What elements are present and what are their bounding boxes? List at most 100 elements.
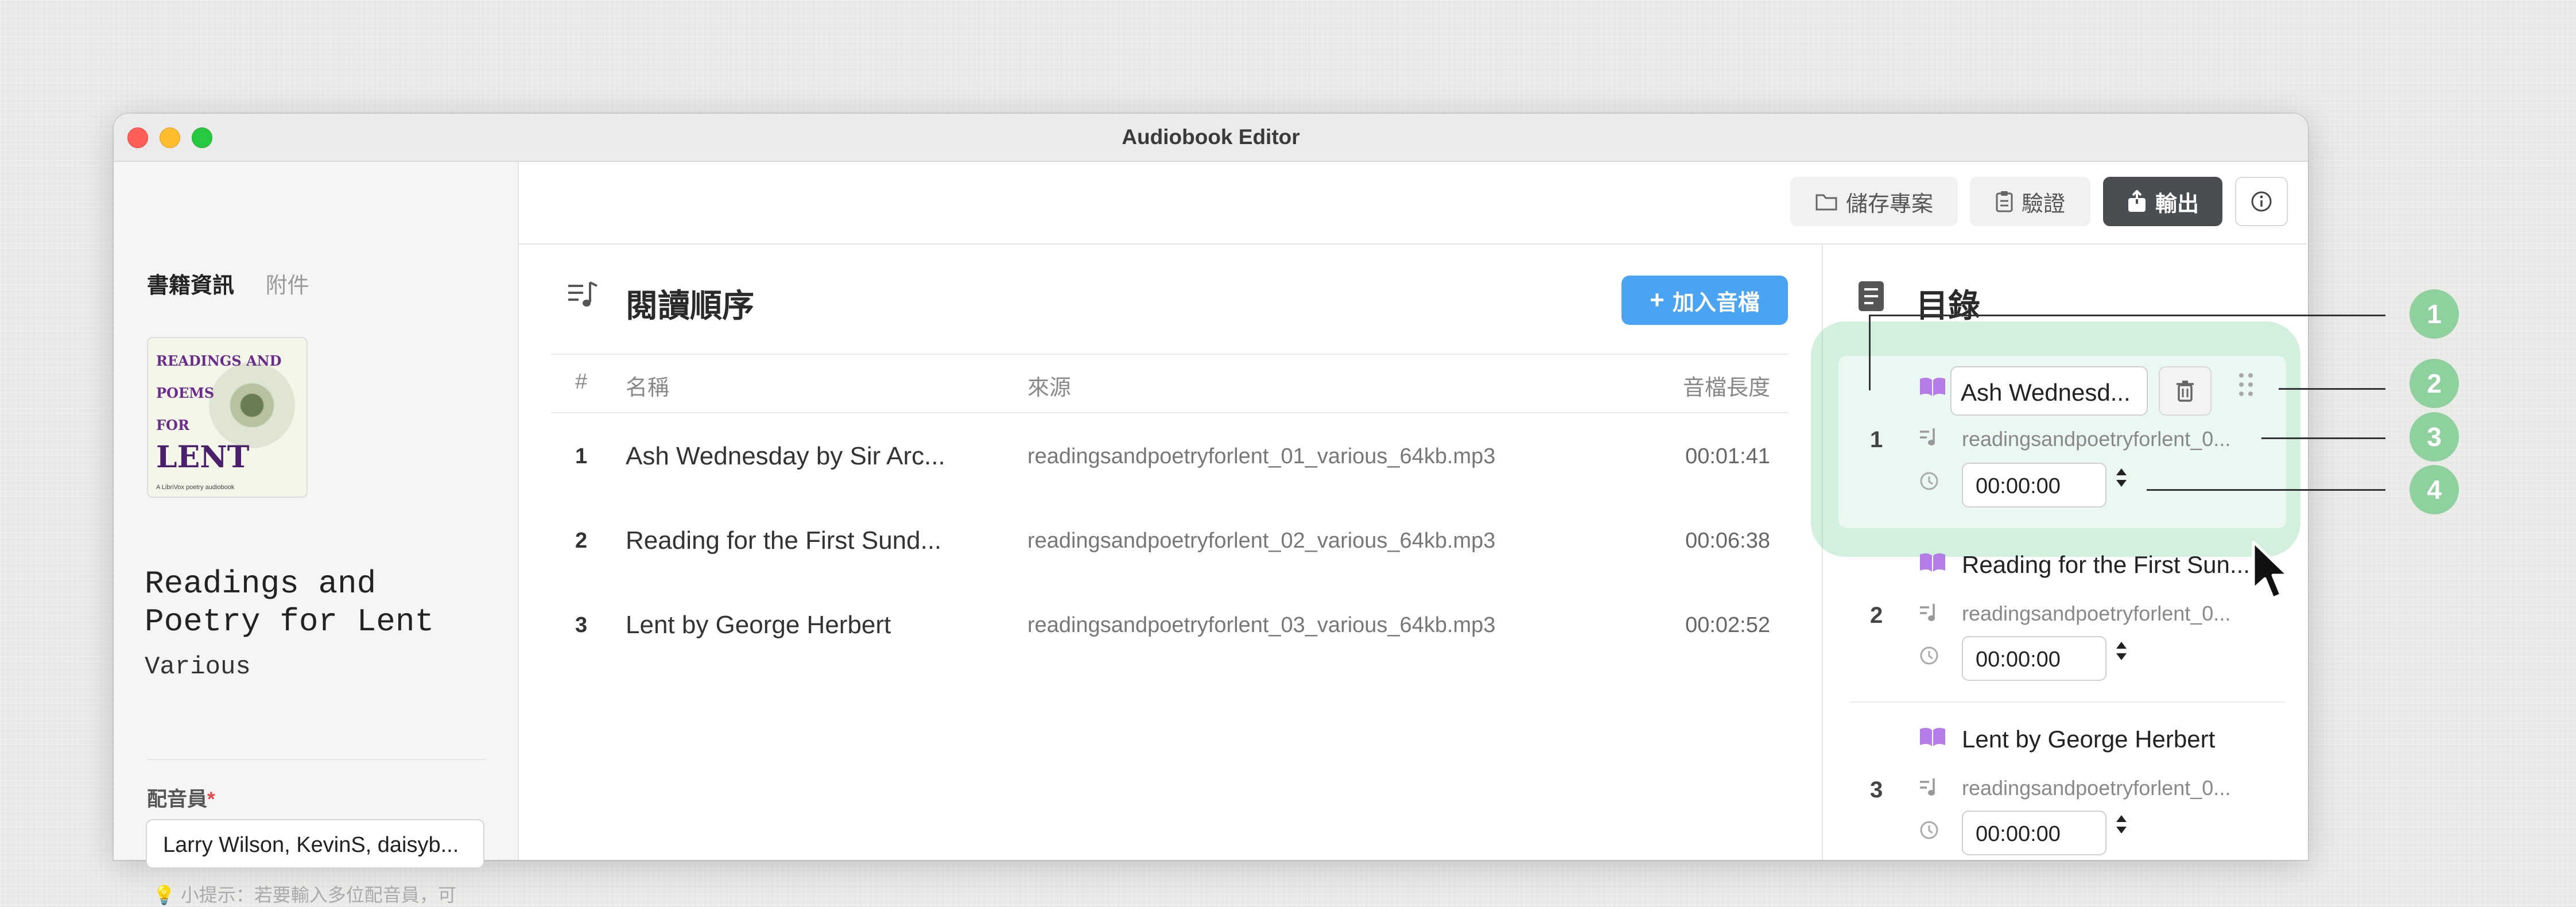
callout-line-1: [1869, 315, 2385, 316]
toc-time-input[interactable]: 00:00:00: [1962, 811, 2106, 855]
book-icon: [1919, 377, 1946, 402]
window-title: Audiobook Editor: [1122, 125, 1300, 149]
info-button[interactable]: [2235, 177, 2288, 226]
toc-title: 目錄: [1916, 288, 1980, 324]
toolbar: 儲存專案 驗證 輸出: [519, 162, 2307, 245]
table-row[interactable]: 2 Reading for the First Sund... readings…: [551, 498, 1789, 582]
callout-line-1-vertical: [1869, 316, 1871, 390]
row-num: 1: [575, 444, 588, 468]
row-duration: 00:02:52: [1685, 613, 1770, 637]
stepper-arrows-icon: [2116, 468, 2127, 487]
callout-badge-4: 4: [2410, 465, 2459, 514]
book-icon: [1919, 727, 1946, 753]
reading-order-table: # 名稱 來源 音檔長度 1 Ash Wednesday by Sir Arc.…: [551, 354, 1789, 666]
playlist-icon: [567, 280, 599, 316]
row-source: readingsandpoetryforlent_02_various_64kb…: [1027, 529, 1496, 553]
cover-line-4: LENT: [156, 440, 250, 475]
column-duration: 音檔長度: [1682, 376, 1770, 400]
narrator-label: 配音員*: [147, 783, 215, 812]
table-header: # 名稱 來源 音檔長度: [551, 354, 1789, 413]
clock-icon: [1919, 471, 1939, 497]
plus-icon: +: [1650, 286, 1665, 314]
toc-item[interactable]: 3 Lent by George Herbert readingsandpoet…: [1838, 714, 2286, 855]
sidebar: 書籍資訊 附件 READINGS AND POEMS FOR LENT A Li…: [114, 162, 519, 905]
callout-line-2: [2279, 388, 2385, 390]
export-label: 輸出: [2155, 192, 2199, 216]
row-num: 2: [575, 529, 588, 553]
cover-title: READINGS AND POEMS FOR LENT: [156, 345, 281, 474]
validate-button[interactable]: 驗證: [1970, 177, 2090, 226]
add-audio-label: 加入音檔: [1672, 290, 1760, 315]
cover-line-2: POEMS: [156, 385, 215, 401]
toc-item-num: 3: [1870, 777, 1883, 803]
stepper-arrows-icon: [2116, 815, 2127, 834]
toc-item-num: 1: [1870, 427, 1883, 452]
cover-line-1: READINGS AND: [156, 352, 282, 369]
toc-item-name[interactable]: Lent by George Herbert: [1962, 726, 2283, 753]
toc-time-input[interactable]: 00:00:00: [1962, 636, 2106, 681]
mouse-cursor-icon: [2251, 540, 2291, 606]
toc-title-input[interactable]: Ash Wednesd...: [1950, 366, 2148, 416]
clock-icon: [1919, 820, 1939, 846]
callout-badge-3: 3: [2410, 412, 2459, 462]
callout-badge-1: 1: [2410, 289, 2459, 339]
time-stepper[interactable]: [2114, 812, 2129, 840]
table-row[interactable]: 1 Ash Wednesday by Sir Arc... readingsan…: [551, 413, 1789, 498]
callout-line-4: [2147, 489, 2385, 491]
export-button[interactable]: 輸出: [2103, 177, 2222, 226]
toc-item-source: readingsandpoetryforlent_0...: [1962, 776, 2231, 800]
row-name: Reading for the First Sund...: [626, 526, 942, 555]
row-source: readingsandpoetryforlent_01_various_64kb…: [1027, 444, 1496, 468]
folder-icon: [1815, 194, 1837, 211]
stepper-arrows-icon: [2116, 642, 2127, 660]
toc-item-name[interactable]: Reading for the First Sun...: [1962, 551, 2283, 579]
save-project-button[interactable]: 儲存專案: [1790, 177, 1958, 226]
required-mark: *: [207, 788, 215, 811]
column-num: #: [575, 370, 588, 394]
share-icon: [2128, 190, 2146, 212]
toc-item[interactable]: 2 Reading for the First Sun... readingsa…: [1838, 540, 2286, 706]
column-source: 來源: [1027, 376, 1072, 400]
row-source: readingsandpoetryforlent_03_various_64kb…: [1027, 613, 1496, 637]
cover-line-3: FOR: [156, 417, 189, 433]
table-row[interactable]: 3 Lent by George Herbert readingsandpoet…: [551, 582, 1789, 666]
narrator-tip: 💡 小提示：若要輸入多位配音員，可: [153, 885, 456, 905]
toc-icon: [1857, 280, 1885, 315]
toc-time-input[interactable]: 00:00:00: [1962, 463, 2106, 507]
row-name: Ash Wednesday by Sir Arc...: [626, 442, 945, 470]
sidebar-divider: [147, 759, 486, 760]
audio-file-icon: [1919, 603, 1939, 627]
delete-button[interactable]: [2159, 366, 2212, 416]
callout-line-3: [2261, 437, 2385, 439]
tab-attachments[interactable]: 附件: [266, 274, 309, 298]
book-icon: [1919, 552, 1946, 578]
trash-icon: [2177, 381, 2194, 402]
book-cover: READINGS AND POEMS FOR LENT A LibriVox p…: [147, 337, 308, 498]
time-stepper[interactable]: [2114, 638, 2129, 666]
audio-file-icon: [1919, 427, 1939, 452]
reading-order-panel: 閱讀順序 + 加入音檔 # 名稱 來源 音檔長度 1 Ash Wednesday…: [519, 245, 1820, 860]
save-project-label: 儲存專案: [1845, 192, 1933, 216]
toc-item-num: 2: [1870, 603, 1883, 628]
add-audio-button[interactable]: + 加入音檔: [1621, 276, 1788, 325]
narrator-input[interactable]: Larry Wilson, KevinS, daisyb...: [146, 819, 484, 869]
cover-subtitle: A LibriVox poetry audiobook: [156, 484, 235, 491]
row-name: Lent by George Herbert: [626, 611, 891, 639]
info-icon: [2251, 191, 2272, 212]
column-name: 名稱: [626, 376, 670, 400]
row-duration: 00:01:41: [1685, 444, 1770, 468]
sidebar-tabs: 書籍資訊 附件: [147, 268, 309, 299]
narrator-label-text: 配音員: [147, 788, 208, 811]
row-num: 3: [575, 613, 588, 637]
callout-badge-2: 2: [2410, 359, 2459, 408]
drag-handle-icon[interactable]: [2236, 371, 2256, 405]
toc-item[interactable]: 1 Ash Wednesd... readingsandpoetryforlen…: [1838, 356, 2286, 528]
toc-item-source: readingsandpoetryforlent_0...: [1962, 427, 2231, 451]
toc-divider: [1849, 701, 2286, 703]
reading-order-title: 閱讀順序: [626, 288, 754, 324]
audio-file-icon: [1919, 777, 1939, 802]
book-title: Readings and Poetry for Lent: [145, 565, 434, 640]
time-stepper[interactable]: [2114, 465, 2129, 493]
tab-book-info[interactable]: 書籍資訊: [147, 274, 234, 298]
book-author: Various: [145, 653, 251, 681]
